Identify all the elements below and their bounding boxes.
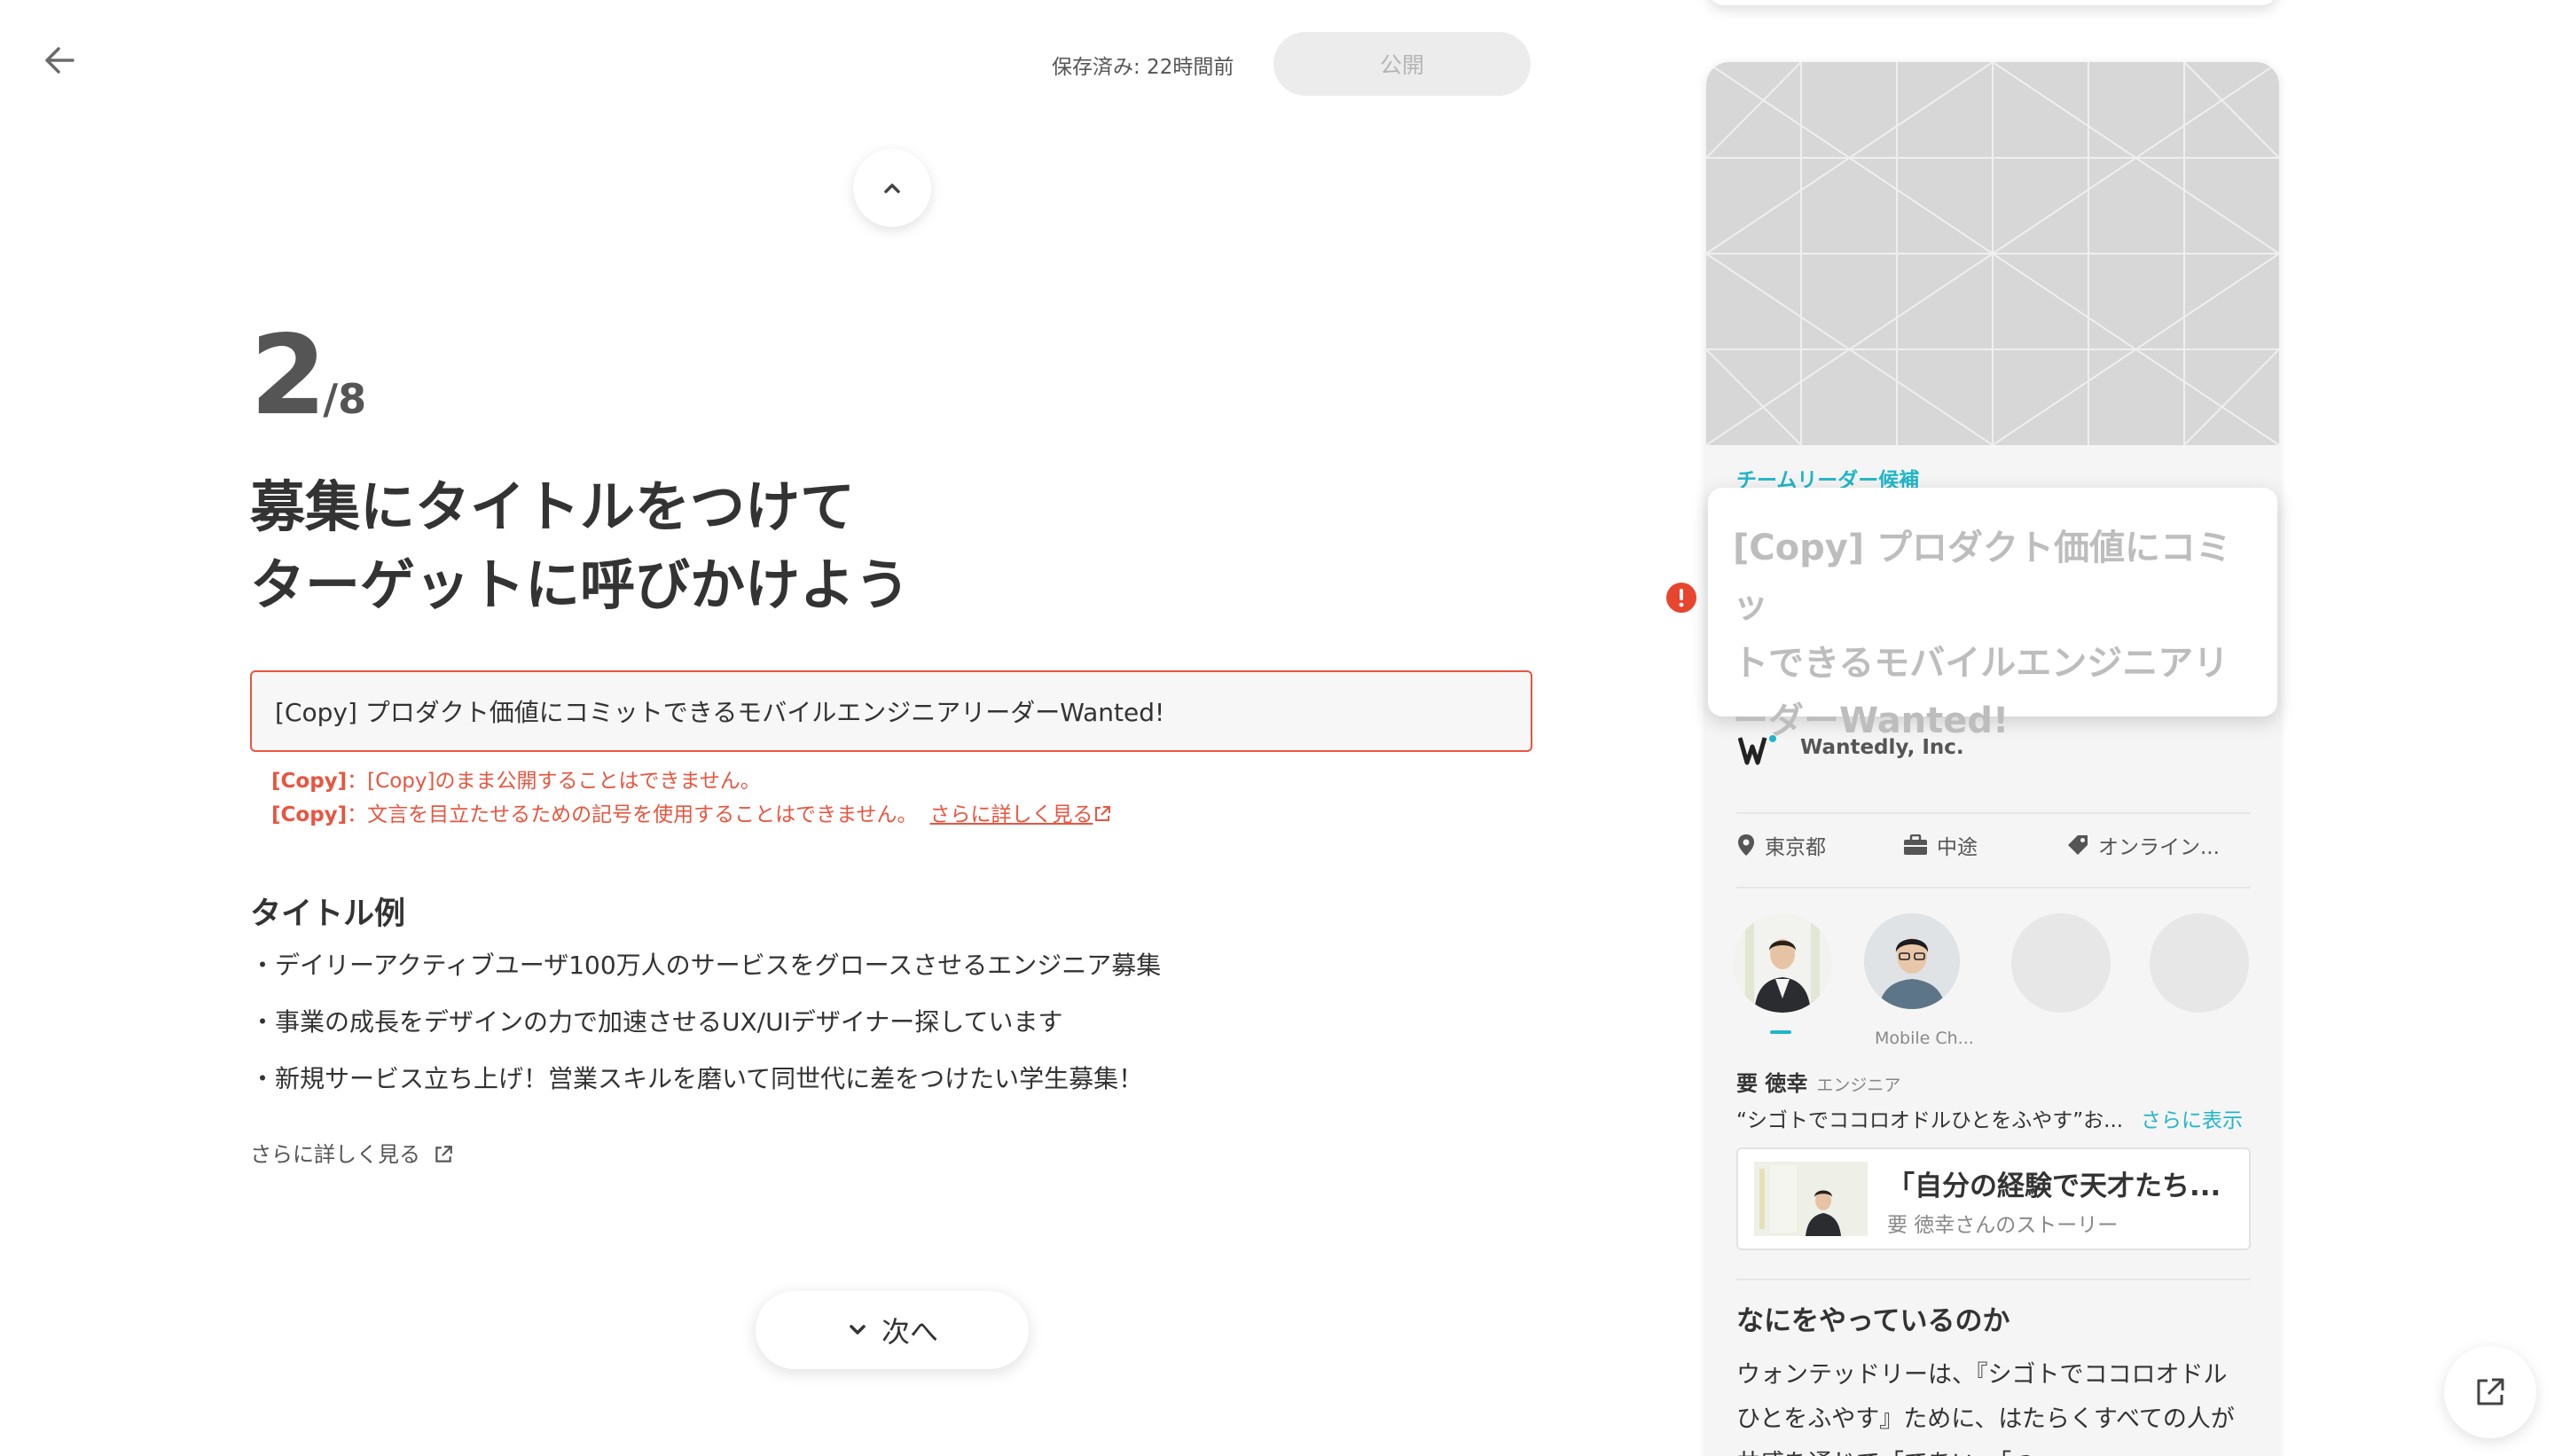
meta-tag-label: オンライン... bbox=[2098, 836, 2220, 859]
arrow-left-icon bbox=[45, 47, 74, 74]
story-subtitle: 要 徳幸さんのストーリー bbox=[1887, 1214, 2119, 1237]
page-heading-line: 募集にタイトルをつけて bbox=[250, 474, 856, 539]
member-photo bbox=[1864, 913, 1960, 1009]
chevron-up-icon bbox=[884, 184, 900, 193]
divider bbox=[1736, 812, 2251, 814]
divider bbox=[1736, 887, 2251, 888]
job-title-input[interactable] bbox=[250, 670, 1532, 752]
error-tag: [Copy] bbox=[271, 770, 348, 793]
error-message: [Copy]：[Copy]のまま公開することはできません。 bbox=[271, 764, 1112, 798]
open-preview-button[interactable] bbox=[2444, 1346, 2536, 1438]
publish-button[interactable]: 公開 bbox=[1273, 32, 1531, 96]
preview-title-line: ーダーWanted! bbox=[1733, 701, 2010, 741]
error-message: [Copy]：文言を目立たせるための記号を使用することはできません。 さらに詳しく… bbox=[271, 798, 1112, 832]
validation-errors: [Copy]：[Copy]のまま公開することはできません。 [Copy]：文言を… bbox=[271, 764, 1112, 832]
meta-employment-label: 中途 bbox=[1937, 836, 1978, 859]
step-indicator: 2/8 bbox=[250, 321, 366, 431]
avatar-caption: Mobile Ch... bbox=[1875, 1029, 1974, 1048]
member-photo bbox=[1733, 913, 1832, 1013]
member-name-row: 要 徳幸 エンジニア bbox=[1736, 1066, 1900, 1097]
member-name: 要 徳幸 bbox=[1736, 1071, 1808, 1096]
show-more-link[interactable]: さらに表示 bbox=[2141, 1103, 2243, 1133]
error-alert-icon bbox=[1665, 582, 1697, 617]
member-avatar[interactable] bbox=[1864, 913, 1960, 1009]
saved-status: 保存済み: 22時間前 bbox=[1052, 56, 1234, 79]
examples-list: ・デイリーアクティブユーザ100万人のサービスをグロースさせるエンジニア募集 ・… bbox=[250, 943, 1161, 1114]
location-icon bbox=[1738, 834, 1754, 856]
examples-more-label: さらに詳しく見る bbox=[250, 1142, 420, 1167]
preview-title-card: [Copy] プロダクト価値にコミッ トできるモバイルエンジニアリ ーダーWan… bbox=[1708, 488, 2277, 741]
error-more-link-label: さらに詳しく見る bbox=[929, 803, 1093, 826]
error-text: ：[Copy]のまま公開することはできません。 bbox=[347, 770, 761, 793]
member-quote: “シゴトでココロオドルひとをふやす”お... bbox=[1736, 1109, 2124, 1132]
member-avatar[interactable] bbox=[1733, 913, 1832, 1013]
example-item: ・デイリーアクティブユーザ100万人のサービスをグロースさせるエンジニア募集 bbox=[250, 951, 1162, 980]
preview-card-stub bbox=[1708, 0, 2277, 5]
error-tag: [Copy] bbox=[271, 803, 348, 826]
next-button[interactable]: 次へ bbox=[756, 1291, 1029, 1369]
tag-icon bbox=[2068, 835, 2088, 855]
divider bbox=[1736, 1279, 2251, 1280]
member-avatar-placeholder bbox=[2011, 913, 2111, 1013]
back-button[interactable] bbox=[37, 37, 83, 83]
story-title: 「自分の経験で天才たち... bbox=[1887, 1170, 2221, 1202]
example-item: ・新規サービス立ち上げ！営業スキルを磨いて同世代に差をつけたい学生募集！ bbox=[250, 1064, 1144, 1093]
previous-step-button[interactable] bbox=[853, 149, 931, 227]
examples-more-link[interactable]: さらに詳しく見る bbox=[250, 1137, 454, 1168]
error-text: ：文言を目立たせるための記号を使用することはできません。 bbox=[347, 803, 918, 826]
meta-tag: オンライン... bbox=[2066, 830, 2220, 860]
external-link-icon bbox=[1095, 806, 1111, 821]
job-preview-card: チームリーダー候補 Wantedly, Inc. 東京都 中途 オンライン... bbox=[1706, 62, 2279, 1456]
next-button-label: 次へ bbox=[881, 1315, 938, 1349]
avatar-active-indicator bbox=[1770, 1030, 1791, 1034]
external-link-icon bbox=[2477, 1378, 2504, 1405]
job-meta-row: 東京都 中途 オンライン... bbox=[1736, 830, 2251, 860]
member-role: エンジニア bbox=[1816, 1076, 1901, 1095]
section-body: ウォンテッドリーは、『シゴトでココロオドルひとをふやす』ために、はたらくすべての… bbox=[1736, 1361, 2235, 1456]
cover-image-placeholder bbox=[1706, 62, 2279, 446]
briefcase-icon bbox=[1904, 834, 1927, 855]
image-placeholder-grid bbox=[1706, 62, 2279, 446]
member-avatar-placeholder bbox=[2150, 913, 2249, 1013]
preview-title-line: [Copy] プロダクト価値にコミッ bbox=[1733, 528, 2232, 626]
story-card[interactable]: 「自分の経験で天才たち... 要 徳幸さんのストーリー bbox=[1736, 1147, 2251, 1250]
chevron-down-icon bbox=[850, 1325, 866, 1335]
page-heading: 募集にタイトルをつけて ターゲットに呼びかけよう bbox=[250, 468, 1013, 624]
example-item: ・事業の成長をデザインの力で加速させるUX/UIデザイナー探しています bbox=[250, 1007, 1063, 1037]
meta-employment-type: 中途 bbox=[1903, 830, 2066, 860]
error-more-link[interactable]: さらに詳しく見る bbox=[929, 803, 1112, 826]
examples-heading: タイトル例 bbox=[250, 896, 406, 932]
external-link-icon bbox=[435, 1146, 452, 1162]
meta-location: 東京都 bbox=[1736, 830, 1903, 860]
section-heading: なにをやっているのか bbox=[1736, 1305, 2010, 1337]
meta-location-label: 東京都 bbox=[1765, 836, 1826, 859]
story-thumbnail bbox=[1754, 1162, 1868, 1236]
job-post-editor: 保存済み: 22時間前 公開 2/8 募集にタイトルをつけて ターゲットに呼びか… bbox=[0, 0, 2554, 1456]
preview-title-line: トできるモバイルエンジニアリ bbox=[1733, 643, 2229, 684]
page-heading-line: ターゲットに呼びかけよう bbox=[250, 552, 911, 617]
step-current: 2 bbox=[250, 312, 326, 440]
step-total: /8 bbox=[323, 375, 367, 423]
